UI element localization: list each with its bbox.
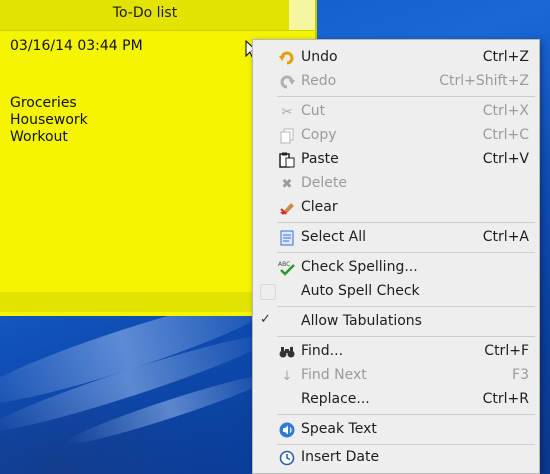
checkmark-icon[interactable]: ✓ (260, 312, 274, 327)
menu-item-label: Replace... (301, 391, 370, 407)
menu-item-find[interactable]: Find... Ctrl+F (253, 340, 539, 364)
note-title: To-Do list (112, 5, 178, 21)
note-titlebar[interactable]: To-Do list (0, 0, 315, 31)
speaker-icon (278, 421, 296, 439)
menu-item-select-all[interactable]: Select All Ctrl+A (253, 226, 539, 250)
menu-item-label: Insert Date (301, 449, 380, 465)
menu-item-label: Clear (301, 199, 338, 215)
delete-x-icon: ✖ (281, 176, 293, 192)
eraser-icon (278, 199, 296, 217)
menu-item-shortcut: Ctrl+Z (482, 49, 529, 65)
binoculars-icon (278, 343, 296, 361)
context-menu: Undo Ctrl+Z Redo Ctrl+Shift+Z ✂ Cut Ctrl… (252, 39, 540, 474)
menu-item-delete[interactable]: ✖ Delete (253, 172, 539, 196)
svg-text:ABC: ABC (278, 261, 290, 268)
menu-item-label: Select All (301, 229, 366, 245)
menu-separator (277, 96, 535, 97)
menu-item-shortcut: Ctrl+X (482, 103, 529, 119)
menu-item-clear[interactable]: Clear (253, 196, 539, 220)
clock-icon (278, 449, 296, 467)
undo-icon (278, 49, 296, 67)
menu-item-redo[interactable]: Redo Ctrl+Shift+Z (253, 70, 539, 94)
menu-item-shortcut: Ctrl+R (482, 391, 529, 407)
menu-item-label: Speak Text (301, 421, 377, 437)
copy-icon (278, 127, 296, 145)
redo-icon (278, 73, 296, 91)
menu-item-label: Check Spelling... (301, 259, 418, 275)
menu-item-shortcut: Ctrl+F (484, 343, 529, 359)
menu-item-replace[interactable]: Replace... Ctrl+R (253, 388, 539, 412)
note-date: 03/16/14 03:44 PM (10, 38, 143, 54)
menu-separator (277, 222, 535, 223)
note-item: Workout (10, 129, 68, 145)
menu-item-copy[interactable]: Copy Ctrl+C (253, 124, 539, 148)
menu-separator (277, 336, 535, 337)
menu-separator (277, 252, 535, 253)
scissors-icon: ✂ (281, 104, 293, 120)
menu-item-label: Find Next (301, 367, 367, 383)
menu-item-paste[interactable]: Paste Ctrl+V (253, 148, 539, 172)
document-icon (278, 229, 296, 247)
menu-item-shortcut: Ctrl+A (482, 229, 529, 245)
menu-item-speak-text[interactable]: Speak Text (253, 418, 539, 442)
arrow-down-icon: ↓ (281, 368, 293, 384)
note-text-area[interactable]: 03/16/14 03:44 PM Groceries Housework Wo… (10, 38, 143, 146)
note-titlebar-button[interactable] (289, 0, 315, 30)
menu-item-insert-date[interactable]: Insert Date (253, 446, 539, 470)
note-item: Housework (10, 112, 88, 128)
menu-item-auto-spell-check[interactable]: Auto Spell Check (253, 280, 539, 304)
menu-item-shortcut: Ctrl+Shift+Z (439, 73, 529, 89)
menu-item-label: Undo (301, 49, 338, 65)
menu-item-allow-tabulations[interactable]: ✓ Allow Tabulations (253, 310, 539, 334)
menu-separator (277, 306, 535, 307)
clipboard-icon (278, 151, 296, 169)
menu-item-check-spelling[interactable]: ABC Check Spelling... (253, 256, 539, 280)
menu-item-shortcut: Ctrl+V (482, 151, 529, 167)
menu-item-label: Delete (301, 175, 347, 191)
menu-item-find-next[interactable]: ↓ Find Next F3 (253, 364, 539, 388)
menu-item-shortcut: Ctrl+C (482, 127, 529, 143)
menu-separator (277, 414, 535, 415)
menu-item-label: Redo (301, 73, 337, 89)
menu-item-label: Find... (301, 343, 344, 359)
menu-item-label: Paste (301, 151, 339, 167)
checkbox-unchecked[interactable] (260, 284, 276, 300)
menu-item-label: Allow Tabulations (301, 313, 422, 329)
menu-item-undo[interactable]: Undo Ctrl+Z (253, 46, 539, 70)
menu-item-label: Cut (301, 103, 326, 119)
spellcheck-icon: ABC (278, 259, 296, 277)
menu-item-label: Auto Spell Check (301, 283, 420, 299)
menu-item-cut[interactable]: ✂ Cut Ctrl+X (253, 100, 539, 124)
note-item: Groceries (10, 95, 77, 111)
menu-item-shortcut: F3 (512, 367, 529, 383)
menu-item-label: Copy (301, 127, 337, 143)
menu-separator (277, 444, 535, 445)
